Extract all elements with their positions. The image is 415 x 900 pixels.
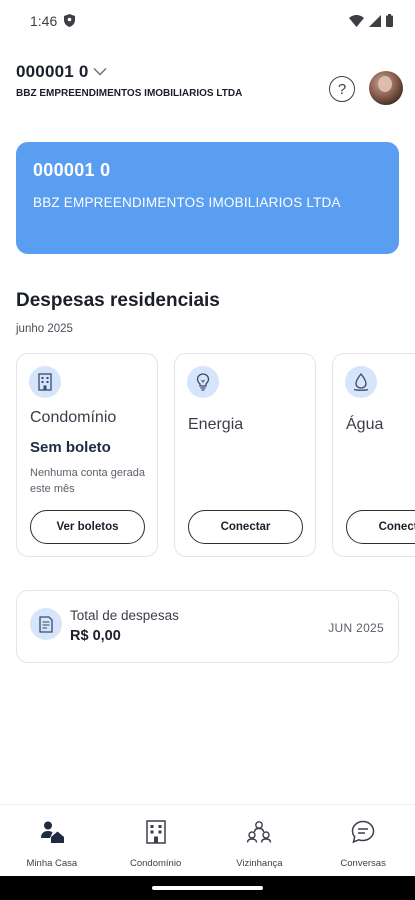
section-month: junho 2025	[16, 323, 73, 335]
card-account-number: 000001 0	[33, 160, 111, 180]
chat-icon	[351, 818, 375, 846]
nav-item-condominio[interactable]: Condomínio	[104, 805, 208, 876]
wifi-icon	[349, 14, 364, 32]
community-icon	[246, 818, 272, 846]
connect-water-button[interactable]: Conectar	[346, 510, 415, 544]
chevron-down-icon[interactable]	[93, 63, 107, 81]
account-name: BBZ EMPREENDIMENTOS IMOBILIARIOS LTDA	[16, 88, 243, 99]
expense-title: Energia	[188, 416, 244, 433]
total-label: Total de despesas	[70, 608, 179, 623]
nav-label: Vizinhança	[236, 858, 283, 869]
expense-cards-carousel[interactable]: Condomínio Sem boleto Nenhuma conta gera…	[16, 353, 415, 558]
expense-title: Água	[346, 416, 384, 433]
total-value: R$ 0,00	[70, 628, 121, 644]
view-bills-button[interactable]: Ver boletos	[30, 510, 145, 544]
expense-status: Sem boleto	[30, 439, 111, 456]
building-icon	[145, 818, 167, 846]
question-mark-icon: ?	[337, 80, 347, 98]
header: 000001 0 BBZ EMPREENDIMENTOS IMOBILIARIO…	[16, 62, 403, 118]
building-icon	[29, 366, 61, 398]
house-person-icon	[40, 818, 64, 846]
status-bar: 1:46	[0, 0, 415, 42]
signal-icon	[369, 14, 381, 32]
nav-label: Minha Casa	[26, 858, 78, 869]
account-card[interactable]: 000001 0 BBZ EMPREENDIMENTOS IMOBILIARIO…	[16, 142, 399, 254]
water-drop-icon	[345, 366, 377, 398]
nav-item-minha-casa[interactable]: Minha Casa	[0, 805, 104, 876]
nav-label: Condomínio	[130, 858, 182, 869]
shield-icon	[64, 14, 75, 32]
expense-card-energia[interactable]: Energia Conectar	[174, 353, 316, 557]
total-expenses-card[interactable]: Total de despesas R$ 0,00 JUN 2025	[16, 590, 399, 663]
invoice-icon	[30, 608, 62, 640]
expense-title: Condomínio	[30, 409, 117, 426]
card-account-name: BBZ EMPREENDIMENTOS IMOBILIARIOS LTDA	[33, 195, 341, 210]
avatar[interactable]	[369, 71, 403, 105]
total-month: JUN 2025	[328, 621, 384, 635]
home-indicator[interactable]	[152, 886, 263, 890]
bottom-navigation: Minha Casa Condomínio Vizinhança Convers…	[0, 804, 415, 876]
expense-card-agua[interactable]: Água Conectar	[332, 353, 415, 557]
expense-card-condominio[interactable]: Condomínio Sem boleto Nenhuma conta gera…	[16, 353, 158, 557]
nav-label: Conversas	[340, 858, 386, 869]
help-button[interactable]: ?	[329, 76, 355, 102]
battery-icon	[386, 14, 393, 32]
expense-note: Nenhuma conta gerada este mês	[30, 467, 145, 495]
lightbulb-icon	[187, 366, 219, 398]
nav-item-conversas[interactable]: Conversas	[311, 805, 415, 876]
nav-item-vizinhanca[interactable]: Vizinhança	[208, 805, 312, 876]
connect-energy-button[interactable]: Conectar	[188, 510, 303, 544]
section-title: Despesas residenciais	[16, 290, 220, 311]
status-time: 1:46	[30, 13, 58, 29]
account-number: 000001 0	[16, 62, 89, 81]
